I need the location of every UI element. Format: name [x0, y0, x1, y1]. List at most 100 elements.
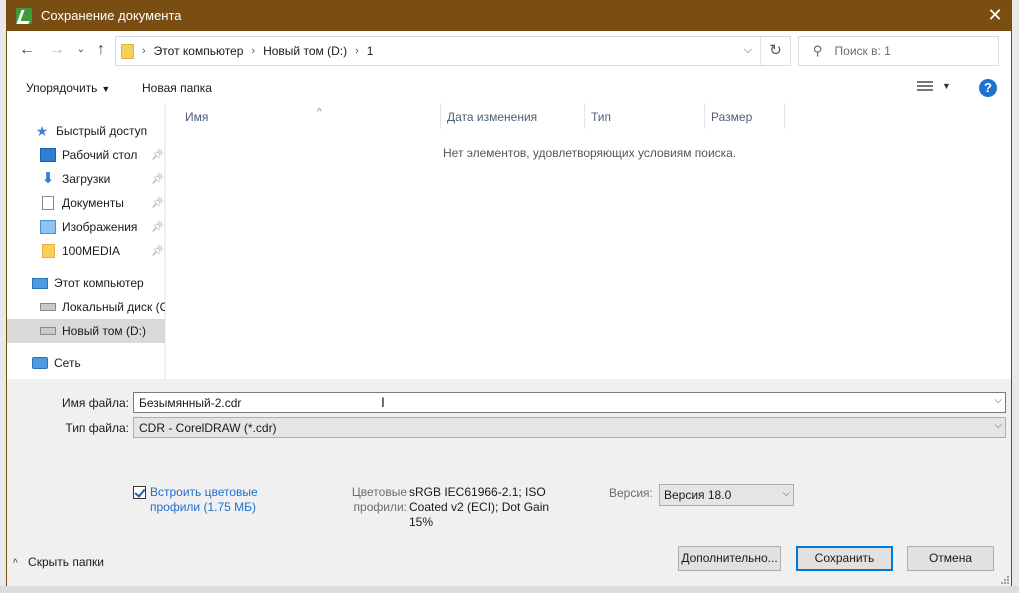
new-folder-button[interactable]: Новая папка [142, 81, 212, 95]
sort-ascending-icon: ^ [317, 107, 322, 118]
sidebar-item-network[interactable]: Сеть [7, 351, 165, 375]
chevron-down-icon[interactable]: ⌵ [994, 420, 1002, 431]
save-dialog: Сохранение документа ✕ ← → ⌄ ↑ › Этот ко… [6, 0, 1012, 586]
filename-value[interactable]: Безымянный-2.cdr [139, 396, 241, 410]
organize-label: Упорядочить [26, 81, 98, 95]
sidebar-item-desktop[interactable]: Рабочий стол 📌︎ [7, 143, 165, 167]
chevron-right-icon[interactable]: › [355, 45, 359, 57]
sidebar-item-label: Локальный диск (C [62, 300, 165, 314]
back-button[interactable]: ← [17, 40, 37, 60]
star-icon: ★ [35, 123, 49, 139]
chevron-down-icon[interactable]: ⌵ [782, 488, 790, 499]
local-disk-icon [40, 303, 56, 311]
up-button[interactable]: ↑ [91, 40, 111, 60]
version-value: Версия 18.0 [664, 488, 732, 502]
address-bar[interactable]: › Этот компьютер › Новый том (D:) › 1 ⌵ … [115, 36, 791, 66]
advanced-button[interactable]: Дополнительно... [678, 546, 781, 571]
text-cursor-icon: I [381, 394, 385, 410]
help-icon[interactable]: ? [979, 79, 997, 97]
sidebar-item-quick-access[interactable]: ★ Быстрый доступ [7, 119, 165, 143]
column-header-label: Имя [185, 110, 209, 124]
file-list[interactable]: Имя ^ Дата изменения Тип Размер Нет элем… [166, 103, 1011, 379]
version-select[interactable]: Версия 18.0 ⌵ [659, 484, 794, 506]
pin-icon: 📌︎ [151, 245, 164, 257]
filetype-select[interactable]: CDR - CorelDRAW (*.cdr) ⌵ [133, 417, 1006, 438]
search-box[interactable]: ⚲ Поиск в: 1 [798, 36, 999, 66]
sidebar-item-label: Новый том (D:) [62, 324, 146, 338]
sidebar-item-label: Документы [62, 196, 124, 210]
caret-down-icon: ▼ [101, 84, 111, 94]
network-icon [32, 357, 48, 369]
filename-label: Имя файла: [62, 396, 129, 410]
chevron-down-icon[interactable]: ⌵ [994, 395, 1002, 406]
hide-folders-button[interactable]: ^ Скрыть папки [13, 555, 104, 569]
filename-field[interactable]: Безымянный-2.cdr I ⌵ [133, 392, 1006, 413]
window-title: Сохранение документа [41, 8, 182, 23]
close-button[interactable]: ✕ [985, 5, 1005, 25]
column-header-type[interactable]: Тип [585, 103, 705, 129]
address-dropdown-button[interactable]: ⌵ [744, 44, 752, 57]
breadcrumb-folder-1[interactable]: 1 [367, 44, 374, 58]
refresh-button[interactable]: ↻ [760, 37, 790, 65]
sidebar-item-this-pc[interactable]: Этот компьютер [7, 271, 165, 295]
chevron-down-icon: ⌄ [76, 44, 86, 55]
pin-icon: 📌︎ [151, 221, 164, 233]
recent-locations-button[interactable]: ⌄ [71, 40, 91, 60]
sidebar-item-label: Изображения [62, 220, 138, 234]
arrow-up-icon: ↑ [97, 41, 105, 58]
chevron-right-icon[interactable]: › [251, 45, 255, 57]
arrow-left-icon: ← [19, 41, 35, 58]
sidebar-item-drive-d[interactable]: Новый том (D:) [7, 319, 165, 343]
filetype-label: Тип файла: [65, 421, 129, 435]
folder-icon [42, 244, 55, 258]
search-input[interactable]: Поиск в: 1 [835, 44, 891, 58]
view-dropdown-button[interactable]: ▼ [942, 81, 951, 91]
embed-color-profiles-label[interactable]: Встроить цветовые профили (1.75 МБ) [150, 485, 270, 515]
column-header-size[interactable]: Размер [705, 103, 785, 129]
color-profiles-value: sRGB IEC61966-2.1; ISO Coated v2 (ECI); … [409, 485, 550, 529]
close-icon: ✕ [987, 5, 1003, 25]
chevron-up-icon: ^ [13, 558, 18, 569]
save-options-panel: Имя файла: Безымянный-2.cdr I ⌵ Тип файл… [7, 379, 1011, 586]
sidebar-item-label: Этот компьютер [54, 276, 144, 290]
navigation-pane[interactable]: ★ Быстрый доступ Рабочий стол 📌︎ ⬇ Загру… [7, 103, 165, 379]
arrow-right-icon: → [49, 41, 65, 58]
background-window-strip [0, 586, 1019, 593]
command-bar: Упорядочить ▼ Новая папка ▼ ? [7, 71, 1011, 103]
forward-button[interactable]: → [47, 40, 67, 60]
sidebar-item-documents[interactable]: Документы 📌︎ [7, 191, 165, 215]
pin-icon: 📌︎ [151, 149, 164, 161]
sidebar-item-pictures[interactable]: Изображения 📌︎ [7, 215, 165, 239]
column-header-name[interactable]: Имя ^ [179, 103, 441, 129]
computer-icon [32, 277, 48, 289]
sidebar-item-label: Загрузки [62, 172, 111, 186]
organize-button[interactable]: Упорядочить ▼ [26, 81, 110, 95]
sidebar-item-label: Быстрый доступ [56, 124, 148, 138]
title-bar[interactable]: Сохранение документа ✕ [7, 0, 1011, 31]
version-label: Версия: [609, 486, 653, 500]
breadcrumb-this-pc[interactable]: Этот компьютер [154, 44, 244, 58]
sidebar-item-label: 100MEDIA [62, 244, 121, 258]
pictures-icon [40, 220, 56, 234]
cancel-button[interactable]: Отмена [907, 546, 994, 571]
empty-list-message: Нет элементов, удовлетворяющих условиям … [443, 146, 737, 160]
embed-color-profiles-checkbox[interactable] [133, 486, 146, 499]
pin-icon: 📌︎ [151, 197, 164, 209]
sidebar-item-local-disk-c[interactable]: Локальный диск (C [7, 295, 165, 319]
sidebar-item-100media[interactable]: 100MEDIA 📌︎ [7, 239, 165, 263]
save-button[interactable]: Сохранить [796, 546, 893, 571]
column-header-date[interactable]: Дата изменения [441, 103, 585, 129]
color-profiles-label: Цветовые профили: [351, 485, 407, 514]
search-icon: ⚲ [813, 43, 823, 58]
breadcrumb-drive-d[interactable]: Новый том (D:) [263, 44, 347, 58]
drive-icon [40, 327, 56, 335]
chevron-right-icon: › [142, 45, 146, 57]
filetype-value: CDR - CorelDRAW (*.cdr) [139, 420, 277, 435]
view-options-icon[interactable] [917, 81, 933, 93]
resize-grip-icon[interactable] [999, 574, 1009, 584]
navigation-row: ← → ⌄ ↑ › Этот компьютер › Новый том (D:… [7, 31, 1011, 71]
sidebar-item-downloads[interactable]: ⬇ Загрузки 📌︎ [7, 167, 165, 191]
pin-icon: 📌︎ [151, 173, 164, 185]
sidebar-item-label: Рабочий стол [62, 148, 138, 162]
refresh-icon: ↻ [769, 42, 782, 59]
